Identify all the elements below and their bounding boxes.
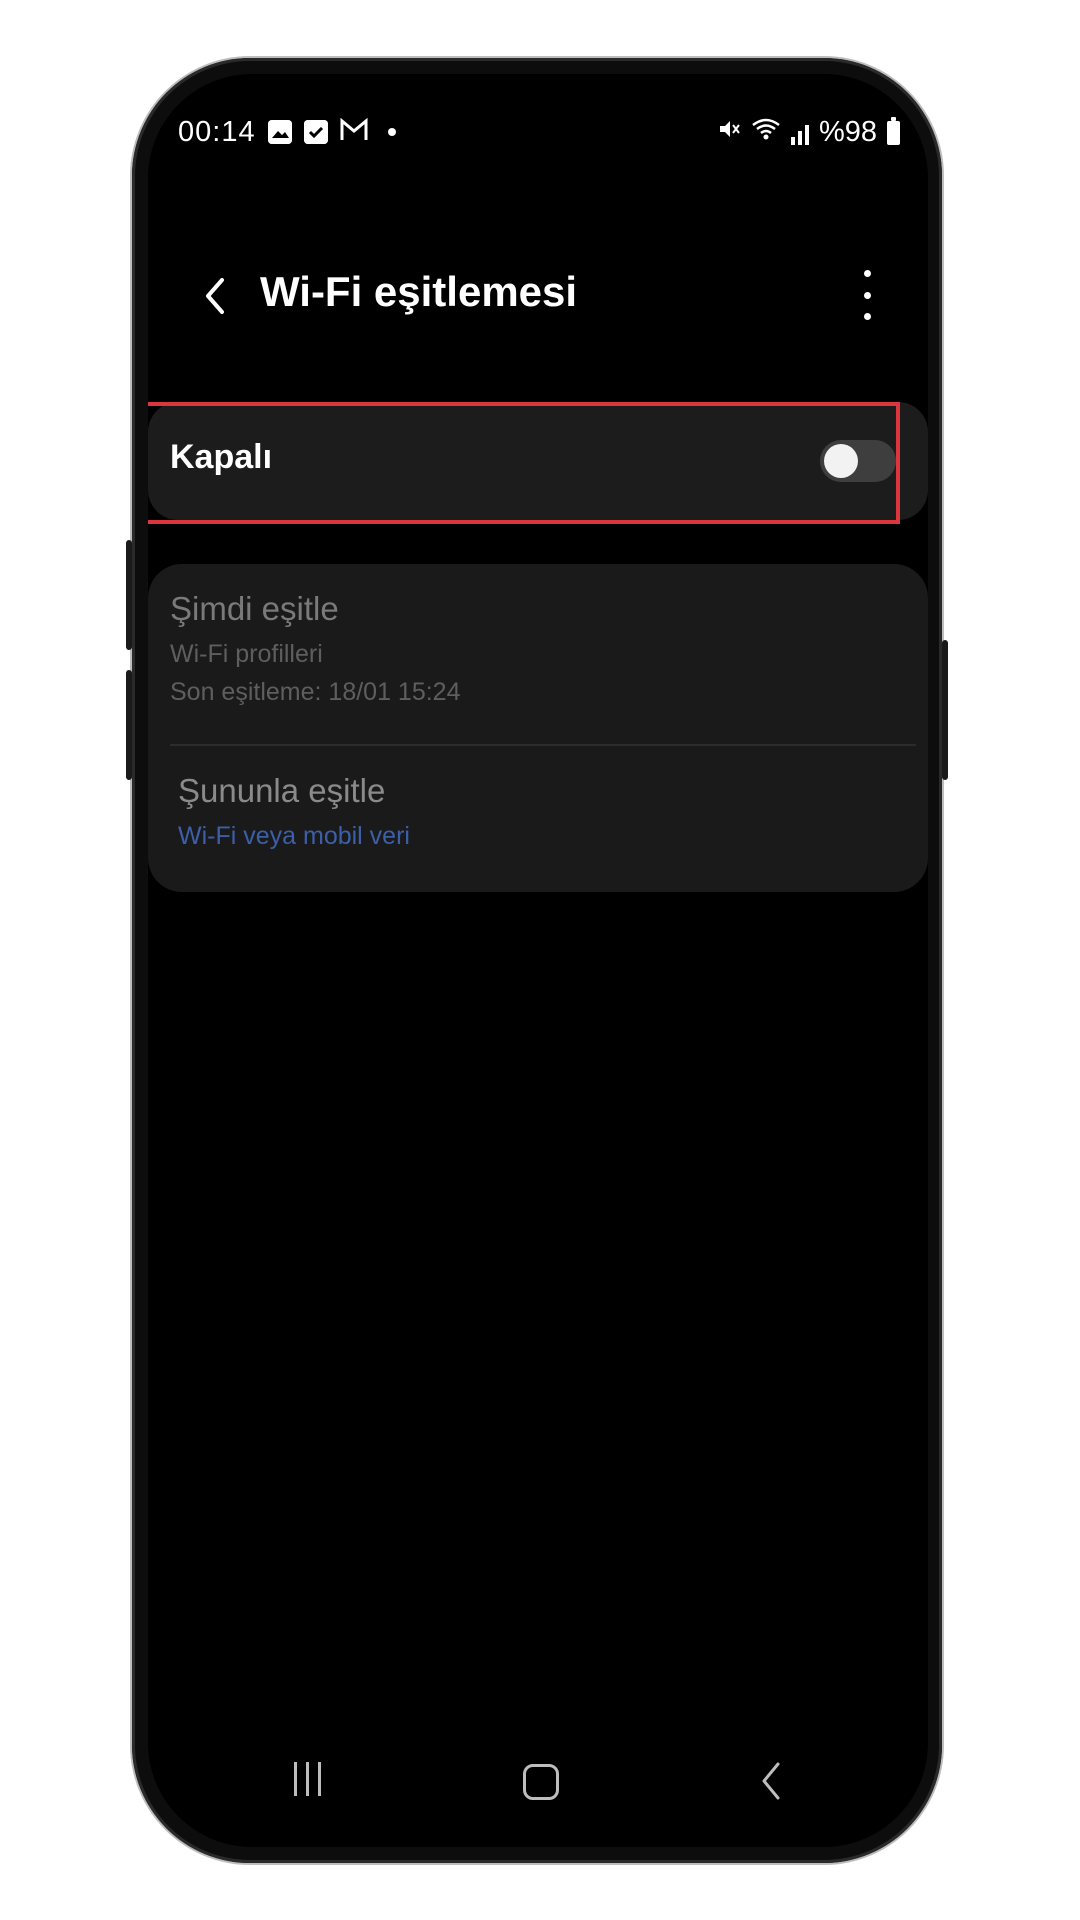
mute-icon — [717, 117, 741, 148]
chevron-left-icon — [206, 278, 224, 314]
toggle-switch[interactable] — [820, 440, 896, 482]
system-icons: %98 — [717, 116, 900, 149]
wifi-icon — [751, 117, 781, 148]
screen: 00:14 %98 Wi-Fi eşitlemesi Kapalı Şimdi … — [148, 74, 928, 1847]
more-dot — [863, 291, 871, 299]
sync-now-item[interactable]: Şimdi eşitle Wi-Fi profilleri Son eşitle… — [170, 590, 910, 730]
battery-text: %98 — [818, 116, 877, 148]
gmail-icon — [340, 117, 368, 146]
check-icon — [304, 120, 328, 144]
volume-button — [126, 540, 132, 650]
sync-with-title: Şununla eşitle — [178, 772, 386, 809]
more-dot — [863, 270, 871, 277]
divider — [170, 744, 916, 746]
more-options-button[interactable] — [852, 270, 882, 320]
power-button — [942, 640, 948, 780]
battery-icon — [887, 116, 900, 145]
back-arrow-icon — [762, 1762, 780, 1800]
dot-icon — [388, 128, 396, 136]
app-bar: Wi-Fi eşitlemesi — [148, 254, 928, 344]
bixby-button — [126, 670, 132, 780]
navigation-bar — [148, 1744, 928, 1824]
sync-settings-card: Şimdi eşitle Wi-Fi profilleri Son eşitle… — [148, 564, 928, 892]
notification-icons — [268, 117, 396, 146]
status-bar: 00:14 %98 — [148, 74, 928, 194]
nav-back-button[interactable] — [756, 1758, 786, 1804]
signal-icon — [790, 121, 809, 145]
status-time: 00:14 — [178, 116, 256, 148]
more-dot — [863, 313, 871, 320]
back-button[interactable] — [188, 266, 242, 326]
master-toggle-label: Kapalı — [170, 438, 273, 476]
sync-now-subtitle: Wi-Fi profilleri — [170, 640, 323, 668]
gallery-icon — [268, 120, 292, 144]
home-button[interactable] — [523, 1764, 559, 1800]
sync-with-value: Wi-Fi veya mobil veri — [178, 822, 410, 850]
page-title: Wi-Fi eşitlemesi — [260, 268, 578, 315]
sync-with-item[interactable]: Şununla eşitle Wi-Fi veya mobil veri — [178, 772, 908, 872]
last-sync-text: Son eşitleme: 18/01 15:24 — [170, 678, 461, 706]
sync-now-title: Şimdi eşitle — [170, 590, 339, 627]
recent-apps-button[interactable] — [294, 1762, 321, 1796]
master-toggle-row[interactable]: Kapalı — [148, 402, 928, 520]
toggle-knob — [824, 444, 858, 478]
